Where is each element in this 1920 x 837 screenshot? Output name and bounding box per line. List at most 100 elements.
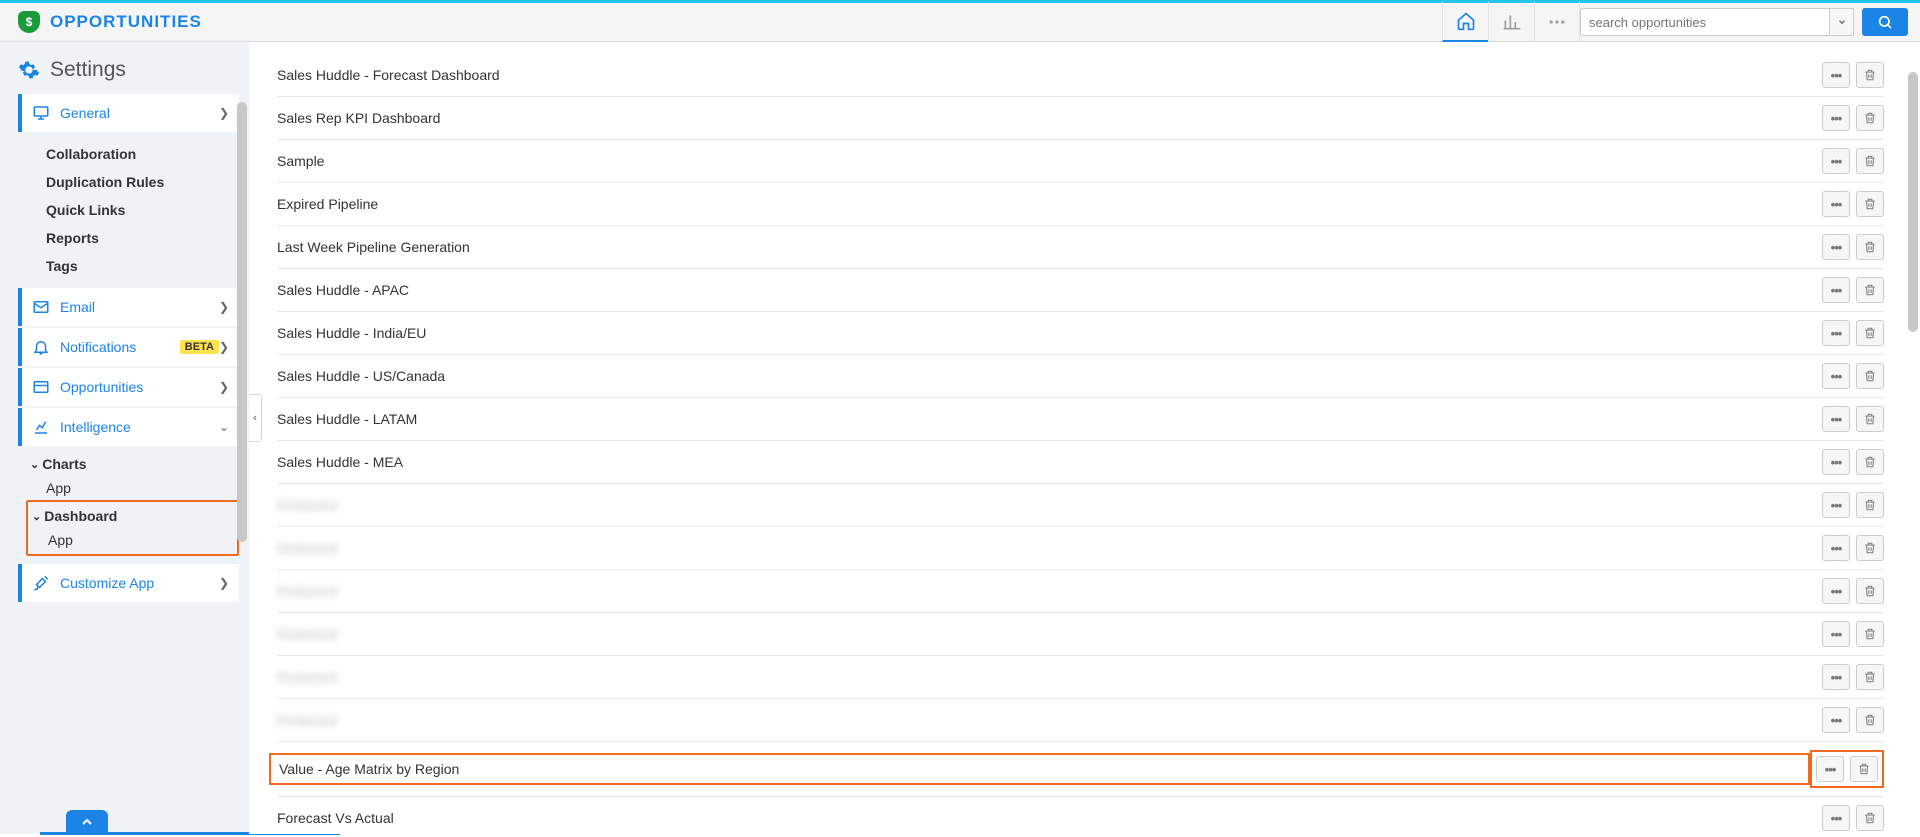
row-actions: ••• xyxy=(1810,750,1884,788)
dashboard-row-label[interactable]: Redacted xyxy=(277,712,1822,728)
delete-button[interactable] xyxy=(1856,148,1884,174)
delete-button[interactable] xyxy=(1850,756,1878,782)
delete-button[interactable] xyxy=(1856,320,1884,346)
nav-customize[interactable]: Customize App ❯ xyxy=(18,564,239,602)
collapse-up-toggle[interactable] xyxy=(66,810,108,834)
sidebar-scrollbar[interactable] xyxy=(237,102,247,542)
delete-button[interactable] xyxy=(1856,621,1884,647)
delete-button[interactable] xyxy=(1856,363,1884,389)
chevron-right-icon: ❯ xyxy=(219,576,229,590)
settings-header: Settings xyxy=(18,58,239,82)
general-sub-collaboration[interactable]: Collaboration xyxy=(46,140,239,168)
dashboard-row-label[interactable]: Expired Pipeline xyxy=(277,196,1822,212)
general-sub-quick-links[interactable]: Quick Links xyxy=(46,196,239,224)
dashboard-row-label[interactable]: Redacted xyxy=(277,626,1822,642)
gear-icon xyxy=(18,59,40,81)
more-button[interactable]: ••• xyxy=(1822,105,1850,131)
more-button[interactable]: ••• xyxy=(1822,277,1850,303)
dashboard-row-label[interactable]: Sample xyxy=(277,153,1822,169)
delete-button[interactable] xyxy=(1856,535,1884,561)
dashboard-row-label[interactable]: Sales Rep KPI Dashboard xyxy=(277,110,1822,126)
dashboard-row: Redacted••• xyxy=(277,527,1884,570)
dashboard-row-label[interactable]: Forecast Vs Actual xyxy=(277,810,1822,826)
more-button[interactable]: ••• xyxy=(1822,363,1850,389)
delete-button[interactable] xyxy=(1856,664,1884,690)
more-button[interactable]: ••• xyxy=(1822,578,1850,604)
tree-charts-app[interactable]: App xyxy=(30,476,239,500)
more-button[interactable]: ••• xyxy=(1816,756,1844,782)
dashboard-row-label[interactable]: Sales Huddle - US/Canada xyxy=(277,368,1822,384)
nav-opportunities[interactable]: Opportunities ❯ xyxy=(18,368,239,406)
nav-general[interactable]: General ❯ xyxy=(18,94,239,132)
dashboard-row-label[interactable]: Redacted xyxy=(277,497,1822,513)
general-sub-reports[interactable]: Reports xyxy=(46,224,239,252)
delete-button[interactable] xyxy=(1856,234,1884,260)
delete-button[interactable] xyxy=(1856,578,1884,604)
row-actions: ••• xyxy=(1822,492,1884,518)
money-bag-icon xyxy=(18,11,40,33)
tree-charts[interactable]: ⌄Charts xyxy=(30,452,239,476)
delete-button[interactable] xyxy=(1856,449,1884,475)
row-actions: ••• xyxy=(1822,664,1884,690)
dashboard-row-label[interactable]: Last Week Pipeline Generation xyxy=(277,239,1822,255)
more-button[interactable]: ••• xyxy=(1822,406,1850,432)
search-dropdown[interactable] xyxy=(1830,8,1854,36)
dashboard-row: Sales Rep KPI Dashboard••• xyxy=(277,97,1884,140)
more-button[interactable]: ••• xyxy=(1822,621,1850,647)
delete-button[interactable] xyxy=(1856,805,1884,831)
dashboard-row-label[interactable]: Redacted xyxy=(277,583,1822,599)
general-sub-tags[interactable]: Tags xyxy=(46,252,239,280)
dashboard-row: Sample••• xyxy=(277,140,1884,183)
general-sub-duplication-rules[interactable]: Duplication Rules xyxy=(46,168,239,196)
tree-dashboard-app[interactable]: App xyxy=(32,528,233,552)
search-input[interactable] xyxy=(1580,8,1830,36)
dashboard-row-label[interactable]: Redacted xyxy=(277,540,1822,556)
delete-button[interactable] xyxy=(1856,406,1884,432)
more-button[interactable]: ••• xyxy=(1822,492,1850,518)
delete-button[interactable] xyxy=(1856,191,1884,217)
nav-email[interactable]: Email ❯ xyxy=(18,288,239,326)
more-button[interactable]: ••• xyxy=(1822,191,1850,217)
delete-button[interactable] xyxy=(1856,105,1884,131)
more-button[interactable]: ••• xyxy=(1822,535,1850,561)
row-actions: ••• xyxy=(1822,707,1884,733)
sidebar-collapse-handle[interactable] xyxy=(249,394,262,442)
more-button[interactable]: ••• xyxy=(1822,148,1850,174)
home-icon[interactable] xyxy=(1442,2,1488,42)
search-button[interactable] xyxy=(1862,8,1908,36)
dashboard-row: Sales Huddle - Forecast Dashboard••• xyxy=(277,54,1884,97)
more-button[interactable]: ••• xyxy=(1822,449,1850,475)
delete-button[interactable] xyxy=(1856,62,1884,88)
nav-notifications[interactable]: Notifications BETA ❯ xyxy=(18,328,239,366)
more-button[interactable]: ••• xyxy=(1822,805,1850,831)
dashboard-row: Sales Huddle - MEA••• xyxy=(277,441,1884,484)
more-button[interactable]: ••• xyxy=(1822,320,1850,346)
dashboard-row-label[interactable]: Sales Huddle - LATAM xyxy=(277,411,1822,427)
row-actions: ••• xyxy=(1822,449,1884,475)
dashboard-row: Last Week Pipeline Generation••• xyxy=(277,226,1884,269)
dashboard-row-label[interactable]: Sales Huddle - India/EU xyxy=(277,325,1822,341)
dashboard-row: Redacted••• xyxy=(277,656,1884,699)
nav-intelligence[interactable]: Intelligence ⌄ xyxy=(18,408,239,446)
dashboard-row-label[interactable]: Sales Huddle - MEA xyxy=(277,454,1822,470)
content-scrollbar[interactable] xyxy=(1908,42,1918,834)
dashboard-row-label[interactable]: Value - Age Matrix by Region xyxy=(269,753,1810,785)
bell-icon xyxy=(32,338,50,356)
dashboard-row: Sales Huddle - APAC••• xyxy=(277,269,1884,312)
delete-button[interactable] xyxy=(1856,707,1884,733)
delete-button[interactable] xyxy=(1856,277,1884,303)
tree-dashboard[interactable]: ⌄Dashboard xyxy=(32,504,233,528)
bar-chart-icon[interactable] xyxy=(1488,2,1534,42)
row-actions: ••• xyxy=(1822,578,1884,604)
row-actions: ••• xyxy=(1822,363,1884,389)
more-button[interactable]: ••• xyxy=(1822,707,1850,733)
more-button[interactable]: ••• xyxy=(1822,234,1850,260)
dashboard-row-label[interactable]: Sales Huddle - APAC xyxy=(277,282,1822,298)
row-actions: ••• xyxy=(1822,62,1884,88)
dashboard-row-label[interactable]: Redacted xyxy=(277,669,1822,685)
more-button[interactable]: ••• xyxy=(1822,62,1850,88)
delete-button[interactable] xyxy=(1856,492,1884,518)
dashboard-row-label[interactable]: Sales Huddle - Forecast Dashboard xyxy=(277,67,1822,83)
more-icon[interactable] xyxy=(1534,2,1580,42)
more-button[interactable]: ••• xyxy=(1822,664,1850,690)
